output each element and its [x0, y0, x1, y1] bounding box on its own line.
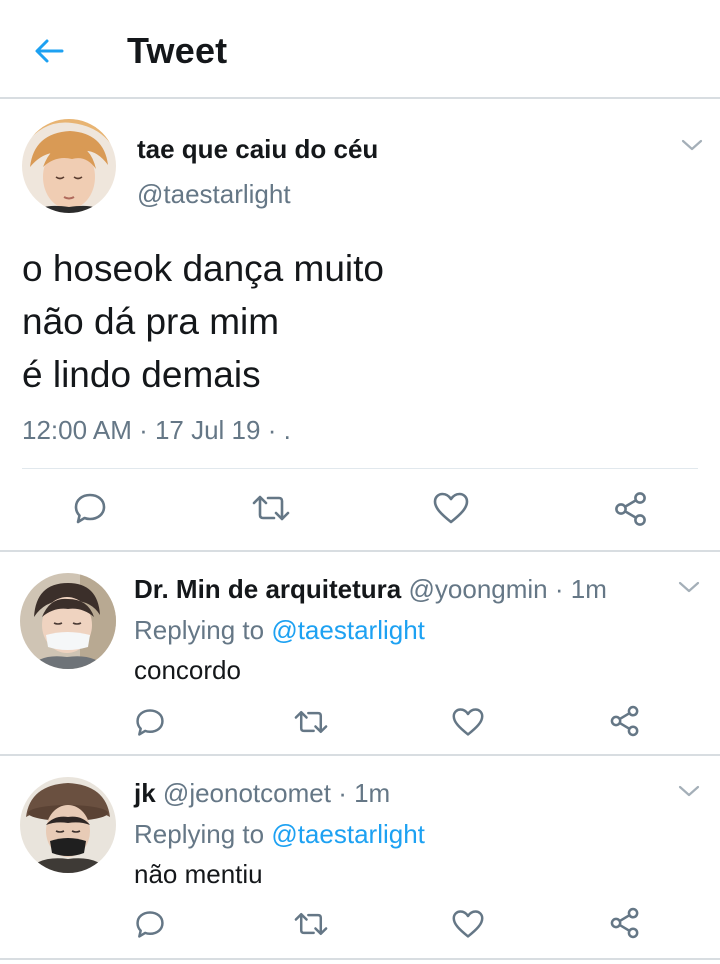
- replying-to: Replying to @taestarlight: [134, 819, 425, 850]
- user-handle[interactable]: @yoongmin: [409, 574, 548, 604]
- reply-icon[interactable]: [134, 908, 166, 940]
- like-icon[interactable]: [451, 908, 485, 940]
- retweet-icon[interactable]: [250, 490, 292, 526]
- top-bar: Tweet: [0, 0, 720, 99]
- page-title: Tweet: [127, 30, 228, 71]
- retweet-icon[interactable]: [292, 908, 330, 940]
- arrow-left-icon[interactable]: [32, 34, 66, 68]
- chevron-down-icon[interactable]: [678, 580, 700, 594]
- share-icon[interactable]: [608, 704, 642, 738]
- reply-header: Dr. Min de arquitetura @yoongmin · 1m: [134, 574, 607, 605]
- reply-header: jk @jeonotcomet · 1m: [134, 778, 390, 809]
- user-handle[interactable]: @jeonotcomet: [163, 778, 331, 808]
- chevron-down-icon[interactable]: [678, 784, 700, 798]
- display-name[interactable]: jk: [134, 778, 156, 808]
- display-name[interactable]: tae que caiu do céu: [137, 134, 378, 165]
- tweet-text: o hoseok dança muito não dá pra mim é li…: [22, 242, 384, 401]
- like-icon[interactable]: [432, 490, 470, 526]
- replying-handle-link[interactable]: @taestarlight: [271, 819, 425, 849]
- tweet-text-line: o hoseok dança muito: [22, 248, 385, 289]
- avatar[interactable]: [20, 573, 116, 669]
- divider: [22, 468, 698, 469]
- replying-label: Replying to: [134, 819, 265, 849]
- reply-tweet: jk @jeonotcomet · 1m Replying to @taesta…: [0, 756, 720, 960]
- retweet-icon[interactable]: [292, 706, 330, 738]
- chevron-down-icon[interactable]: [681, 138, 703, 152]
- reply-icon[interactable]: [134, 706, 166, 738]
- like-icon[interactable]: [451, 706, 485, 738]
- reply-time: · 1m: [338, 778, 391, 808]
- tweet-timestamp: 12:00 AM · 17 Jul 19 · .: [22, 415, 291, 445]
- display-name[interactable]: Dr. Min de arquitetura: [134, 574, 401, 604]
- share-icon[interactable]: [612, 490, 650, 528]
- replying-to: Replying to @taestarlight: [134, 615, 425, 646]
- avatar[interactable]: [20, 777, 116, 873]
- reply-icon[interactable]: [72, 490, 108, 526]
- reply-text: não mentiu: [134, 859, 263, 889]
- tweet-text-line: é lindo demais: [22, 354, 261, 395]
- replying-handle-link[interactable]: @taestarlight: [271, 615, 425, 645]
- reply-text: concordo: [134, 655, 241, 685]
- user-handle[interactable]: @taestarlight: [137, 179, 291, 210]
- main-tweet: tae que caiu do céu @taestarlight o hose…: [0, 100, 720, 552]
- avatar[interactable]: [22, 119, 116, 213]
- reply-tweet: Dr. Min de arquitetura @yoongmin · 1m Re…: [0, 552, 720, 756]
- tweet-text-line: não dá pra mim: [22, 301, 280, 342]
- reply-time: · 1m: [554, 574, 607, 604]
- replying-label: Replying to: [134, 615, 265, 645]
- share-icon[interactable]: [608, 906, 642, 940]
